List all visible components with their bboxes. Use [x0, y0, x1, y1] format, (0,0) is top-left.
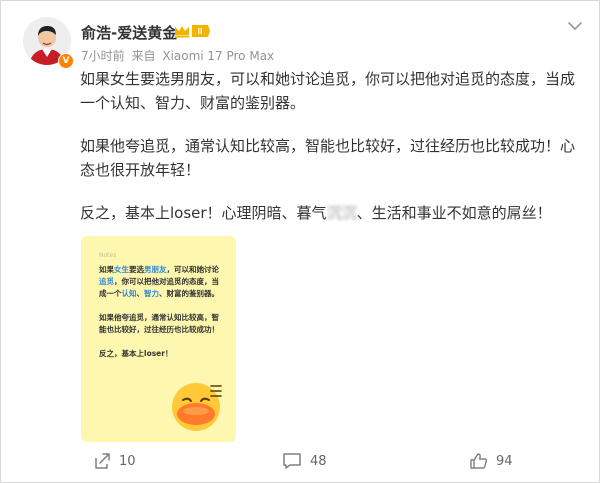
post-paragraph-text: 、生活和事业不如意的屌丝！ [356, 204, 552, 222]
highlighted-text: 认知 [121, 289, 137, 298]
like-icon [470, 453, 488, 469]
member-badge-crown-icon[interactable]: II [173, 23, 211, 39]
comment-icon [283, 453, 301, 469]
post-meta: 7小时前 来自 Xiaomi 17 Pro Max [81, 47, 274, 64]
post-paragraph: 如果他夸追觅，通常认知比较高，智能也比较好，过往经历也比较成功！心态也很开放年轻… [80, 137, 576, 179]
image-app-label: Notes [99, 252, 117, 259]
share-button[interactable]: 10 [93, 450, 136, 472]
stress-lines-icon [210, 385, 222, 397]
post-paragraph: 反之，基本上loser！心理阴暗、暮气沉沉、生活和事业不如意的屌丝！ [80, 201, 580, 225]
member-badge-label: II [198, 27, 202, 36]
image-text-paragraph: 如果女生要选男朋友，可以和她讨论追觅，你可以把他对追觅的态度，当成一个认知、智力… [99, 264, 221, 300]
source-prefix: 来自 [131, 49, 156, 63]
image-text: 如果女生要选男朋友，可以和她讨论追觅，你可以把他对追觅的态度，当成一个认知、智力… [99, 264, 221, 372]
highlighted-text: 男朋友 [144, 265, 167, 274]
comment-button[interactable]: 48 [282, 450, 327, 472]
highlighted-text: 女生 [114, 265, 129, 274]
attached-image[interactable]: Notes 如果女生要选男朋友，可以和她讨论追觅，你可以把他对追觅的态度，当成一… [81, 236, 236, 442]
like-count: 94 [496, 453, 513, 469]
highlighted-text: 追觅 [99, 277, 114, 286]
post-paragraph: 如果女生要选男朋友，可以和她讨论追觅，你可以把他对追觅的态度，当成一个认知、智力… [80, 70, 576, 112]
blurred-text: 沉沉 [326, 204, 357, 222]
image-text-fragment: 要选 [129, 265, 144, 274]
image-text-paragraph: 如果他夸追觅，通常认知比较高，智能也比较好，过往经历也比较成功！ [99, 313, 219, 334]
chevron-down-icon[interactable] [565, 19, 585, 33]
username[interactable]: 俞浩-爱送黄金 [81, 22, 177, 43]
image-text-fragment: 如果 [99, 265, 114, 274]
image-text-fragment: ，可以和她讨论 [166, 265, 220, 274]
image-text-fragment: 、 [136, 289, 145, 298]
post-device: Xiaomi 17 Pro Max [162, 49, 275, 63]
weibo-post-card: V 俞浩-爱送黄金 II 7小时前 来自 Xiaomi 17 Pro Max 如… [0, 0, 600, 483]
highlighted-text: 智力 [144, 289, 159, 298]
post-paragraph-text: 反之，基本上loser！心理阴暗、暮气 [80, 204, 327, 222]
post-time[interactable]: 7小时前 [81, 49, 125, 63]
post-text: 如果女生要选男朋友，可以和她讨论追觅，你可以把他对追觅的态度，当成一个认知、智力… [80, 67, 580, 244]
like-button[interactable]: 94 [469, 450, 513, 472]
share-icon [95, 453, 110, 469]
share-count: 10 [119, 453, 136, 469]
comment-count: 48 [310, 453, 327, 469]
image-text-fragment: 、财富的鉴别器。 [159, 289, 219, 298]
verified-badge: V [58, 53, 74, 69]
image-text-paragraph: 反之，基本上loser！ [99, 349, 173, 358]
